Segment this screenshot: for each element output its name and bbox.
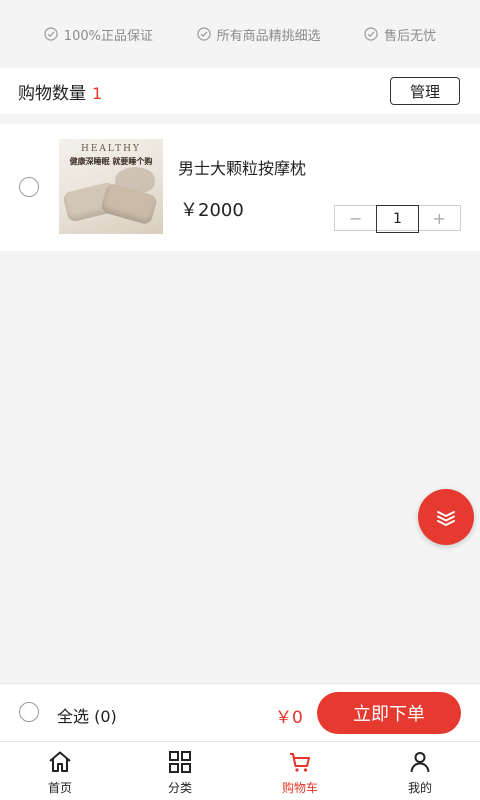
check-circle-icon	[44, 27, 58, 41]
tab-category[interactable]: 分类	[120, 742, 240, 800]
cart-count-group: 购物数量 1	[18, 79, 102, 104]
guarantee-item: 所有商品精挑细选	[196, 25, 321, 44]
tab-label: 我的	[407, 781, 432, 795]
check-circle-icon	[364, 27, 378, 41]
cart-count: 1	[92, 83, 103, 103]
manage-button[interactable]: 管理	[390, 77, 460, 105]
check-circle-icon	[196, 27, 211, 41]
guarantee-item: 100%正品保证	[44, 25, 153, 44]
product-thumbnail[interactable]: HEALTHY 健康深睡眠 就要睡个购	[59, 139, 163, 234]
user-icon	[410, 752, 430, 773]
cart-header: 购物数量 1 管理	[0, 68, 480, 114]
thumbnail-heading: HEALTHY	[81, 144, 141, 154]
select-all-radio[interactable]	[19, 702, 39, 722]
tab-label: 分类	[167, 781, 192, 795]
guarantee-item: 售后无忧	[364, 25, 436, 44]
home-icon	[49, 751, 71, 772]
total-price: ￥0	[275, 708, 303, 728]
guarantee-text: 售后无忧	[384, 28, 437, 44]
quantity-stepper: − 1 +	[334, 205, 461, 233]
guarantee-text: 100%正品保证	[63, 28, 153, 44]
tab-label: 购物车	[281, 781, 318, 795]
bottom-tab-bar: 首页 分类 购物车 我的	[0, 741, 480, 800]
thumbnail-slogan: 健康深睡眠 就要睡个购	[69, 157, 153, 166]
tab-label: 首页	[47, 781, 72, 795]
item-select-radio[interactable]	[19, 177, 39, 197]
quantity-field[interactable]: 1	[376, 205, 419, 233]
tab-home[interactable]: 首页	[0, 742, 120, 800]
tab-profile[interactable]: 我的	[360, 742, 480, 800]
decrease-button[interactable]: −	[335, 206, 376, 230]
product-price: ￥2000	[180, 200, 244, 221]
cart-count-label: 购物数量	[18, 83, 86, 104]
floating-menu-button[interactable]	[418, 489, 474, 545]
guarantee-text: 所有商品精挑细选	[216, 28, 321, 44]
cart-icon	[290, 753, 310, 772]
grid-icon	[169, 751, 191, 773]
tab-cart[interactable]: 购物车	[240, 742, 360, 800]
layers-chevron-icon	[437, 511, 455, 526]
product-title[interactable]: 男士大颗粒按摩枕	[178, 155, 306, 179]
guarantee-bar: 100%正品保证 所有商品精挑细选 售后无忧	[0, 0, 480, 68]
select-all-label[interactable]: 全选 (0)	[57, 703, 117, 727]
increase-button[interactable]: +	[419, 206, 460, 230]
place-order-button[interactable]: 立即下单	[317, 692, 461, 734]
checkout-bar: 全选 (0) ￥0 立即下单	[0, 683, 480, 741]
